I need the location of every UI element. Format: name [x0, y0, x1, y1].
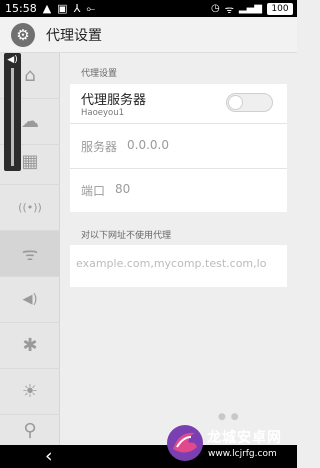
proxy-settings-card: 代理服务器 Haoeyou1 服务器 0.0.0.0 端口 80 [70, 84, 287, 212]
gear-icon[interactable]: ⚙ [11, 22, 35, 47]
port-label: 端口 [81, 184, 106, 198]
proxy-toggle[interactable] [226, 93, 273, 112]
notification-icon: ▲ [42, 1, 52, 15]
bluetooth-icon: ✱ [22, 335, 38, 356]
sidebar-item-bluetooth[interactable]: ✱ [0, 323, 60, 369]
battery-indicator: 100 [267, 2, 293, 15]
dragon-logo-icon [167, 425, 203, 461]
proxy-server-title: 代理服务器 [81, 93, 147, 108]
signal-icon: ▂▄▆ [238, 3, 262, 14]
status-bar: 15:58 ▲ ▣ ⅄ ⟜ ◷ ᯤ ▂▄▆ 100 [0, 0, 297, 17]
hotspot-icon: ((•)) [18, 201, 42, 214]
network-notification-icon: ⅄ [73, 1, 81, 15]
sidebar-item-volume[interactable]: ◀) [0, 277, 60, 323]
battery-level: 100 [271, 3, 289, 14]
page-title: 代理设置 [46, 27, 102, 44]
proxy-server-subtitle: Haoeyou1 [81, 108, 125, 118]
apps-grid-icon: ▦ [21, 151, 39, 172]
volume-overlay[interactable]: ◀) [4, 53, 21, 171]
section-header-proxy: 代理设置 [81, 69, 118, 79]
volume-slider-fill [11, 68, 14, 166]
location-lock-icon: ⚲ [23, 419, 37, 441]
section-header-bypass: 对以下网址不使用代理 [81, 231, 172, 241]
toggle-knob [228, 95, 243, 110]
action-bar: ⚙ 代理设置 [0, 17, 297, 53]
wifi-status-icon: ᯤ [224, 4, 234, 16]
image-notification-icon: ▣ [57, 1, 68, 15]
port-value: 80 [115, 182, 131, 196]
sidebar-item-location[interactable]: ⚲ [0, 415, 60, 445]
sidebar-item-wifi[interactable]: ᯤ [0, 231, 60, 277]
bypass-card [70, 245, 287, 287]
alarm-icon: ◷ [211, 3, 220, 14]
speaker-icon: ◀) [7, 55, 18, 65]
server-row[interactable]: 服务器 0.0.0.0 [70, 124, 287, 169]
server-label: 服务器 [81, 140, 118, 154]
watermark-text: 龙城安卓网 [207, 430, 282, 446]
sidebar-item-brightness[interactable]: ☀ [0, 369, 60, 415]
port-row[interactable]: 端口 80 [70, 169, 287, 212]
volume-slider-track[interactable] [11, 68, 14, 166]
watermark: 龙城安卓网 www.lcjrfg.com [165, 421, 297, 468]
cloud-icon: ☁ [21, 111, 39, 132]
back-arrow-icon[interactable]: ‹ [45, 446, 53, 466]
brightness-icon: ☀ [21, 381, 39, 402]
bypass-list-input[interactable] [76, 257, 286, 270]
usb-icon: ⟜ [86, 1, 96, 15]
status-time: 15:58 [5, 2, 37, 15]
proxy-server-row[interactable]: 代理服务器 Haoeyou1 [70, 84, 287, 124]
volume-icon: ◀) [22, 292, 38, 307]
watermark-url: www.lcjrfg.com [208, 449, 277, 459]
server-value: 0.0.0.0 [127, 138, 169, 152]
wifi-icon: ᯤ [21, 243, 39, 265]
home-icon: ⌂ [24, 65, 36, 86]
sidebar-item-hotspot[interactable]: ((•)) [0, 185, 60, 231]
